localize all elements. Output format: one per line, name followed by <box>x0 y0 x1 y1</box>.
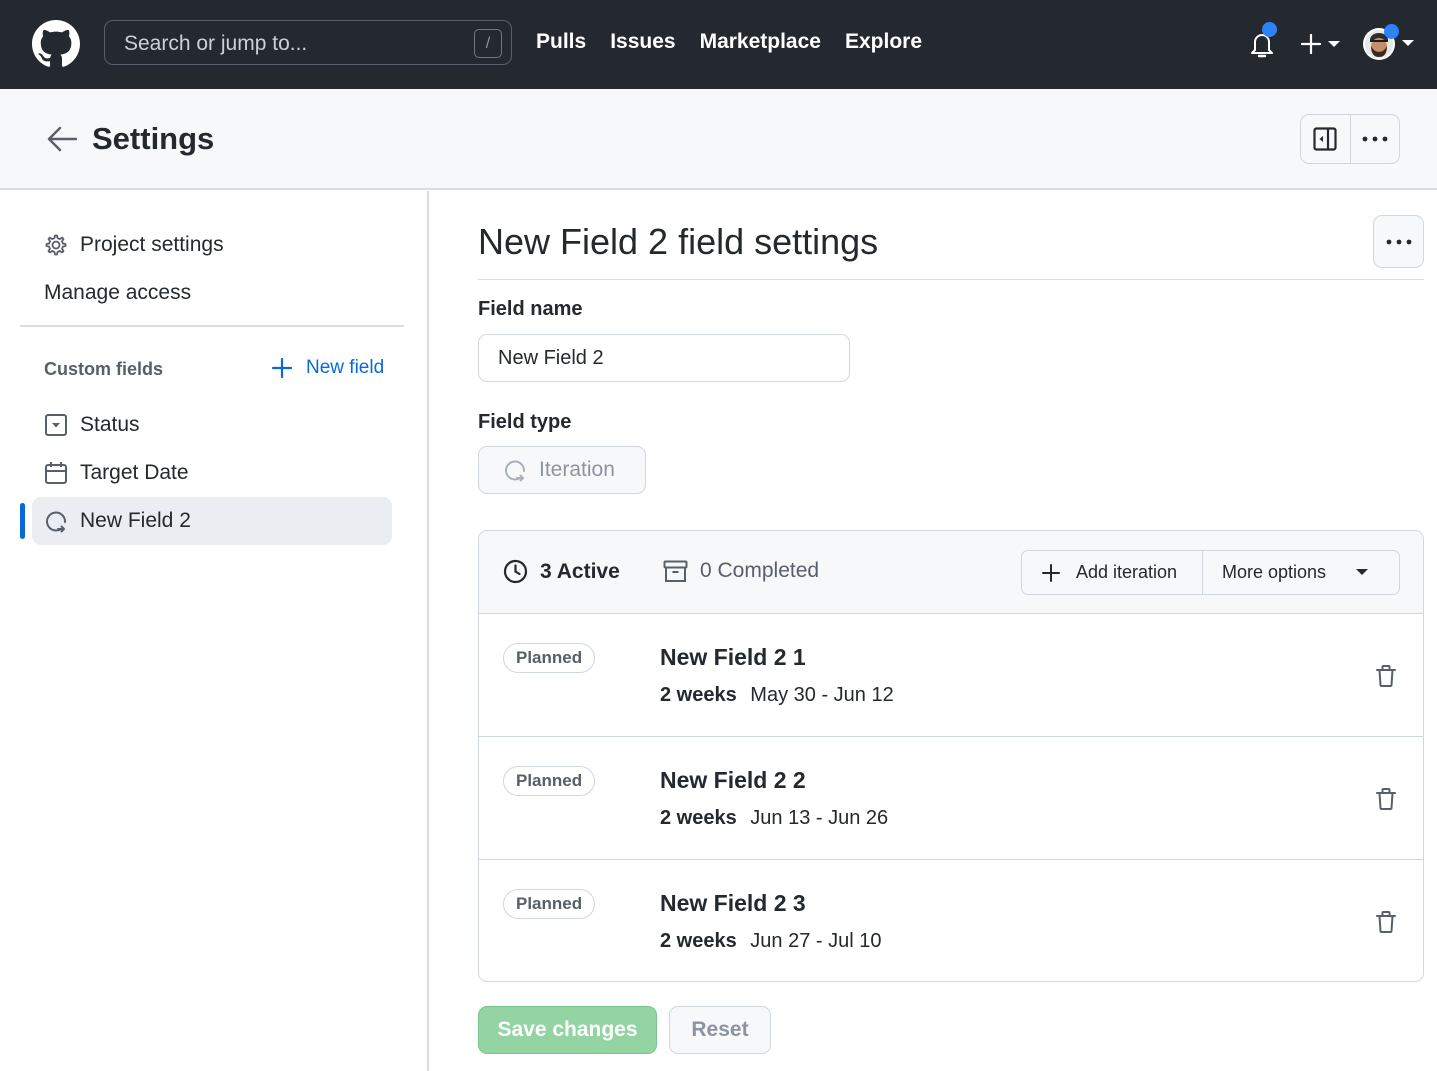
plus-icon <box>272 358 292 378</box>
iteration-row: Planned New Field 2 3 2 weeks Jun 27 - J… <box>479 860 1423 981</box>
plus-icon <box>1300 33 1322 55</box>
sidebar-item-label: New Field 2 <box>80 509 191 532</box>
caret-down-icon <box>1356 569 1369 575</box>
caret-down-icon <box>1402 40 1414 46</box>
field-name-label: Field name <box>478 298 583 320</box>
kebab-horizontal-icon <box>1386 239 1411 244</box>
reset-button[interactable]: Reset <box>669 1006 771 1054</box>
archive-icon <box>663 560 688 582</box>
iterations-header: 3 Active 0 Completed Add iteration More … <box>479 531 1423 614</box>
global-nav: Pulls Issues Marketplace Explore <box>536 30 922 54</box>
iteration-name[interactable]: New Field 2 1 <box>660 644 806 671</box>
search-shortcut-key: / <box>474 29 502 58</box>
tab-label: 0 Completed <box>700 559 820 582</box>
iteration-icon <box>505 460 526 482</box>
plus-icon <box>1042 563 1060 582</box>
iteration-meta: 2 weeks May 30 - Jun 12 <box>660 684 894 707</box>
trash-icon[interactable] <box>1375 910 1397 934</box>
sidebar-item-manage-access[interactable]: Manage access <box>32 269 392 317</box>
iteration-name[interactable]: New Field 2 2 <box>660 767 806 794</box>
sidebar-item-target-date[interactable]: Target Date <box>32 449 392 497</box>
save-changes-button[interactable]: Save changes <box>478 1006 657 1054</box>
clock-icon <box>503 559 528 584</box>
user-menu[interactable] <box>1362 24 1414 64</box>
notification-indicator <box>1262 22 1277 37</box>
more-options-label: More options <box>1222 562 1327 582</box>
header-more-button[interactable] <box>1349 115 1399 163</box>
sidebar-item-label: Status <box>80 413 140 436</box>
field-type-value: Iteration <box>539 458 615 481</box>
field-type-button[interactable]: Iteration <box>478 446 646 494</box>
create-new-menu[interactable] <box>1298 30 1342 58</box>
sidebar-item-label: Manage access <box>44 281 192 304</box>
field-name-input[interactable] <box>478 334 850 382</box>
iteration-duration[interactable]: 2 weeks <box>660 807 737 829</box>
gear-icon <box>44 233 68 257</box>
tab-completed-iterations[interactable]: 0 Completed <box>663 559 819 583</box>
kebab-horizontal-icon <box>1362 136 1388 142</box>
sidebar-item-label: Target Date <box>80 461 189 484</box>
iteration-dates[interactable]: Jun 13 - Jun 26 <box>750 807 888 829</box>
field-settings-title: New Field 2 field settings <box>478 221 879 262</box>
iteration-icon <box>44 509 68 533</box>
sidebar-collapse-icon <box>1313 127 1338 151</box>
iterations-panel: 3 Active 0 Completed Add iteration More … <box>478 530 1424 982</box>
nav-marketplace[interactable]: Marketplace <box>700 30 821 54</box>
sidebar-item-new-field-2[interactable]: New Field 2 <box>32 497 392 545</box>
add-iteration-label: Add iteration <box>1076 562 1178 582</box>
sidebar-divider <box>20 325 404 327</box>
status-badge: Planned <box>503 766 596 796</box>
status-badge: Planned <box>503 643 596 673</box>
search-placeholder: Search or jump to... <box>124 32 308 55</box>
global-header: Search or jump to... / Pulls Issues Mark… <box>0 0 1437 89</box>
nav-explore[interactable]: Explore <box>845 30 922 54</box>
iteration-name[interactable]: New Field 2 3 <box>660 890 806 917</box>
iteration-row: Planned New Field 2 2 2 weeks Jun 13 - J… <box>479 737 1423 860</box>
github-logo-icon[interactable] <box>32 20 80 68</box>
calendar-icon <box>44 461 68 485</box>
more-options-dropdown[interactable]: More options <box>1203 551 1399 594</box>
header-button-group <box>1300 114 1400 164</box>
trash-icon[interactable] <box>1375 787 1397 811</box>
custom-fields-heading: Custom fields <box>44 359 164 379</box>
settings-sidebar: Project settings Manage access Custom fi… <box>0 191 429 1071</box>
iteration-actions: Add iteration More options <box>1021 550 1400 595</box>
nav-issues[interactable]: Issues <box>610 30 675 54</box>
new-field-button[interactable]: New field <box>272 357 384 379</box>
sidebar-item-label: Project settings <box>80 233 224 256</box>
search-input[interactable]: Search or jump to... / <box>104 20 512 65</box>
single-select-icon <box>44 413 68 437</box>
iteration-duration[interactable]: 2 weeks <box>660 930 737 952</box>
page-title: Settings <box>92 121 215 156</box>
iteration-duration[interactable]: 2 weeks <box>660 684 737 706</box>
add-iteration-button[interactable]: Add iteration <box>1022 551 1203 594</box>
status-badge: Planned <box>503 889 596 919</box>
settings-header: Settings <box>0 89 1437 190</box>
tab-label: 3 Active <box>540 559 620 583</box>
caret-down-icon <box>1328 41 1340 47</box>
sidebar-item-status[interactable]: Status <box>32 401 392 449</box>
toggle-sidebar-button[interactable] <box>1301 115 1350 163</box>
iteration-meta: 2 weeks Jun 27 - Jul 10 <box>660 930 882 953</box>
iteration-meta: 2 weeks Jun 13 - Jun 26 <box>660 807 888 830</box>
new-field-label: New field <box>306 357 385 378</box>
field-more-button[interactable] <box>1373 215 1424 268</box>
nav-pulls[interactable]: Pulls <box>536 30 586 54</box>
title-divider <box>478 279 1424 280</box>
iteration-dates[interactable]: May 30 - Jun 12 <box>750 684 893 706</box>
active-indicator <box>20 503 25 539</box>
trash-icon[interactable] <box>1375 664 1397 688</box>
iteration-row: Planned New Field 2 1 2 weeks May 30 - J… <box>479 614 1423 737</box>
field-type-label: Field type <box>478 411 572 433</box>
back-arrow-icon[interactable] <box>46 125 78 153</box>
tab-active-iterations[interactable]: 3 Active <box>503 559 620 584</box>
iteration-dates[interactable]: Jun 27 - Jul 10 <box>750 930 881 952</box>
sidebar-item-project-settings[interactable]: Project settings <box>32 221 392 269</box>
status-indicator <box>1384 24 1399 39</box>
notifications-button[interactable] <box>1248 22 1277 60</box>
